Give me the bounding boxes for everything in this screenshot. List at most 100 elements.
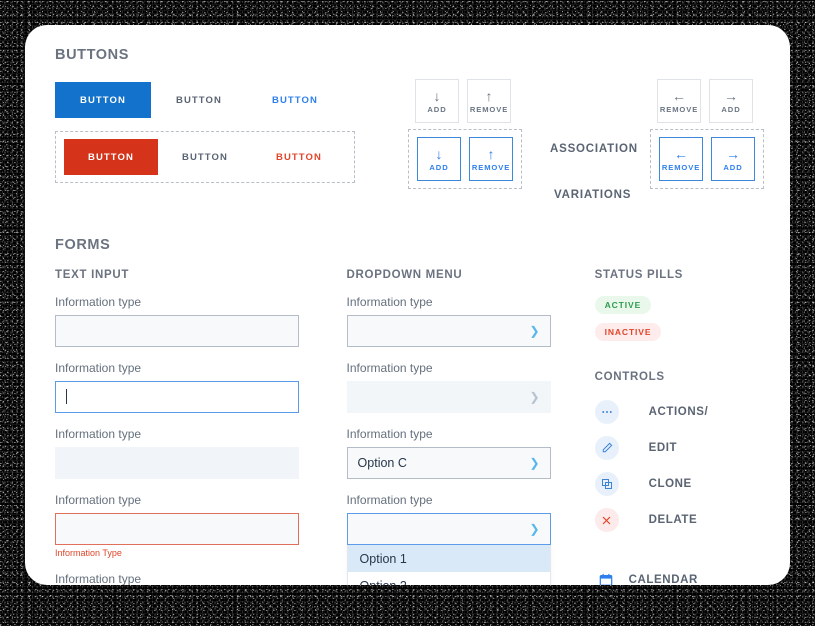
error-message: Information Type (55, 548, 122, 558)
remove-left-button[interactable]: ← REMOVE (657, 79, 701, 123)
arrow-left-icon: ← (672, 87, 686, 104)
chevron-down-icon: ❯ (529, 324, 540, 338)
add-right-label: ADD (721, 104, 741, 114)
field-label: Information type (346, 493, 433, 507)
controls-title: CONTROLS (594, 371, 665, 383)
add-down-button-variation[interactable]: ↓ ADD (417, 137, 461, 181)
remove-left-label-variation: REMOVE (661, 162, 701, 172)
association-right-icon-group: ← REMOVE → ADD (657, 79, 753, 123)
text-input-focused[interactable] (55, 381, 299, 413)
component-library-card: BUTTONS BUTTON BUTTON BUTTON BUTTON BUTT… (25, 25, 790, 585)
text-input-column: TEXT INPUT Information type Information … (55, 269, 299, 585)
text-input-title: TEXT INPUT (55, 269, 130, 281)
page-title: BUTTONS (55, 47, 130, 63)
field-label: Information type (55, 427, 142, 441)
field-label: Information type (55, 572, 142, 585)
chevron-down-icon: ❯ (529, 390, 540, 404)
add-down-label-variation: ADD (429, 162, 449, 172)
control-label-delete: DELATE (648, 514, 698, 526)
field-label: Information type (346, 427, 433, 441)
remove-left-button-variation[interactable]: ← REMOVE (659, 137, 703, 181)
dropdown-option-2[interactable]: Option 2 (348, 572, 550, 586)
status-pills-title: STATUS PILLS (594, 269, 684, 281)
remove-up-button[interactable]: ↑ REMOVE (467, 79, 511, 123)
add-right-button[interactable]: → ADD (709, 79, 753, 123)
status-and-controls-column: STATUS PILLS ACTIVE INACTIVE CONTROLS AC… (594, 269, 760, 585)
dropdown-menu-column: DROPDOWN MENU Information type ❯ Informa… (346, 269, 551, 586)
add-right-label-variation: ADD (723, 162, 743, 172)
button-row-solid: BUTTON BUTTON BUTTON (55, 79, 355, 121)
arrow-up-icon: ↑ (487, 145, 495, 162)
status-badge-inactive: INACTIVE (594, 323, 662, 341)
dropdown-selected[interactable]: Option C ❯ (346, 447, 551, 479)
control-clone[interactable]: CLONE (594, 469, 760, 499)
danger-button[interactable]: BUTTON (64, 139, 158, 175)
close-icon (594, 508, 619, 532)
controls-spacer (595, 541, 760, 565)
control-actions[interactable]: ACTIONS/ (594, 397, 760, 427)
copy-icon (594, 472, 619, 496)
dropdown-default[interactable]: ❯ (346, 315, 551, 347)
dropdown-field-default: Information type ❯ (346, 295, 551, 347)
arrow-down-icon: ↓ (435, 145, 443, 162)
dropdown-open[interactable]: ❯ (346, 513, 551, 545)
remove-left-label: REMOVE (659, 104, 699, 114)
dropdown-field-open: Information type ❯ Option 1 Option 2 Opt… (346, 493, 551, 586)
field-label: Information type (55, 493, 142, 507)
control-label-clone: CLONE (648, 478, 692, 490)
text-input-default[interactable] (55, 315, 299, 347)
chevron-down-icon: ❯ (529, 456, 540, 470)
field-label: Information type (55, 361, 142, 375)
primary-button[interactable]: BUTTON (55, 82, 151, 118)
add-right-button-variation[interactable]: → ADD (711, 137, 755, 181)
arrow-up-icon: ↑ (485, 87, 493, 104)
calendar-icon (595, 568, 617, 585)
forms-title: FORMS (55, 237, 111, 253)
dropdown-value: Option C (357, 456, 407, 470)
add-down-button[interactable]: ↓ ADD (415, 79, 459, 123)
text-field-error: Information type Information Type (55, 493, 299, 558)
dropdown-field-selected: Information type Option C ❯ (346, 427, 551, 479)
dropdown-field-disabled: Information type ❯ (346, 361, 551, 413)
status-badge-active: ACTIVE (594, 296, 652, 314)
field-label: Information type (55, 295, 142, 309)
dropdown-menu-title: DROPDOWN MENU (346, 269, 463, 281)
arrow-right-icon: → (726, 145, 740, 162)
dropdown-options-list: Option 1 Option 2 Option 3 Option 4 (346, 545, 551, 586)
ellipsis-icon (594, 400, 619, 424)
secondary-text-button-variation[interactable]: BUTTON (158, 139, 252, 175)
dropdown-option-1[interactable]: Option 1 (347, 545, 550, 572)
forms-section: TEXT INPUT Information type Information … (55, 269, 760, 585)
field-label: Information type (346, 295, 433, 309)
text-field-filled: Information type (55, 572, 299, 585)
variations-label: VARIATIONS (554, 189, 632, 201)
buttons-section: BUTTON BUTTON BUTTON BUTTON BUTTON BUTTO… (55, 79, 764, 209)
link-button[interactable]: BUTTON (247, 82, 343, 118)
text-input-error[interactable] (55, 513, 299, 545)
dropdown-disabled: ❯ (346, 381, 551, 413)
remove-up-label-variation: REMOVE (471, 162, 511, 172)
control-label-edit: EDIT (648, 442, 678, 454)
button-variation-container: BUTTON BUTTON BUTTON (55, 131, 355, 183)
field-label: Information type (346, 361, 433, 375)
control-label-actions: ACTIONS/ (648, 406, 709, 418)
control-delete[interactable]: DELATE (594, 505, 760, 535)
text-field-default: Information type (55, 295, 299, 347)
arrow-right-icon: → (724, 87, 738, 104)
text-input-disabled (55, 447, 299, 479)
text-cursor-icon (66, 389, 67, 404)
control-label-calendar: CALENDAR (628, 574, 698, 585)
control-calendar[interactable]: CALENDAR (595, 565, 760, 585)
control-edit[interactable]: EDIT (594, 433, 760, 463)
association-label: ASSOCIATION (550, 143, 638, 155)
arrow-down-icon: ↓ (433, 87, 441, 104)
remove-up-button-variation[interactable]: ↑ REMOVE (469, 137, 513, 181)
variations-right-icon-container: ← REMOVE → ADD (650, 129, 764, 189)
arrow-left-icon: ← (674, 145, 688, 162)
association-left-icon-group: ↓ ADD ↑ REMOVE (415, 79, 511, 123)
remove-up-label: REMOVE (469, 104, 509, 114)
button-samples-group: BUTTON BUTTON BUTTON BUTTON BUTTON BUTTO… (55, 79, 355, 183)
secondary-text-button[interactable]: BUTTON (151, 82, 247, 118)
variations-left-icon-container: ↓ ADD ↑ REMOVE (408, 129, 522, 189)
danger-link-button[interactable]: BUTTON (252, 139, 346, 175)
